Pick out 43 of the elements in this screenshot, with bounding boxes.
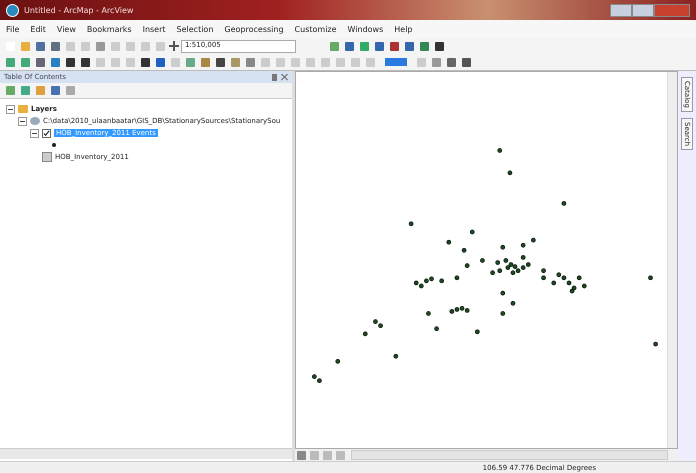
menu-item[interactable]: File (6, 24, 20, 34)
menu-item[interactable]: Selection (176, 24, 214, 34)
table-icon (42, 152, 52, 162)
toolbar-button[interactable] (445, 56, 458, 68)
menu-item[interactable]: Bookmarks (86, 24, 132, 34)
pin-icon[interactable] (272, 74, 277, 80)
toolbar-button[interactable] (139, 56, 152, 68)
menu-item[interactable]: Insert (142, 24, 166, 34)
toolbar-button[interactable] (403, 40, 416, 52)
horizontal-scrollbar[interactable] (351, 450, 668, 460)
toolbar-button[interactable] (388, 40, 401, 52)
collapse-toggle-icon[interactable] (6, 104, 15, 114)
close-button[interactable] (654, 4, 690, 16)
vertical-scrollbar[interactable] (667, 72, 677, 448)
collapse-toggle-icon[interactable] (30, 128, 39, 138)
toolbar-button[interactable] (343, 40, 356, 52)
data-view-button[interactable] (308, 448, 321, 462)
menu-item[interactable]: View (56, 24, 76, 34)
toolbar-button[interactable] (79, 56, 92, 68)
toolbar-button[interactable] (433, 40, 446, 52)
checkbox[interactable] (42, 128, 51, 138)
point-symbol-icon (52, 143, 56, 147)
maximize-button[interactable] (632, 4, 654, 16)
window-title: Untitled - ArcMap - ArcView (24, 6, 134, 14)
toolbar-button[interactable] (214, 56, 227, 68)
globe-icon (6, 4, 19, 16)
minimize-button[interactable] (610, 4, 632, 16)
color-selector[interactable] (385, 58, 407, 66)
menu-item[interactable]: Windows (348, 24, 384, 34)
menu-item[interactable]: Customize (294, 24, 337, 34)
layers-icon (18, 105, 28, 113)
toolbar-button[interactable] (373, 40, 386, 52)
toolbar-button[interactable] (34, 56, 47, 68)
menu-item[interactable]: Geoprocessing (224, 24, 284, 34)
menu-item[interactable]: Edit (30, 24, 46, 34)
close-icon[interactable] (281, 74, 288, 80)
menu-item[interactable]: Help (394, 24, 413, 34)
toolbar-button[interactable] (460, 56, 473, 68)
collapse-toggle-icon[interactable] (18, 116, 27, 126)
layout-view-button[interactable] (295, 448, 308, 462)
horizontal-scrollbar[interactable] (0, 448, 292, 459)
toolbar-button[interactable] (64, 56, 77, 68)
toolbar-button[interactable] (154, 56, 167, 68)
